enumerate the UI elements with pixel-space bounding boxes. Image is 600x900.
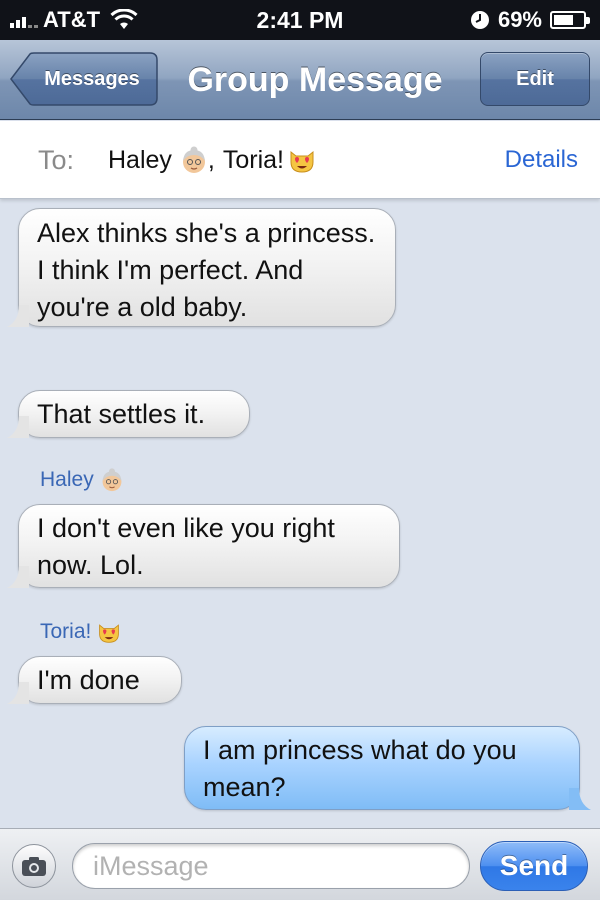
sender-name: Haley	[40, 468, 94, 491]
grandma-emoji-icon	[180, 146, 208, 174]
battery-icon	[550, 11, 590, 29]
grandma-emoji-icon	[100, 468, 124, 492]
sender-label-toria: Toria!	[40, 620, 121, 644]
battery-fill	[554, 15, 574, 25]
imessage-input[interactable]	[72, 843, 470, 889]
heart-eyes-cat-emoji-icon	[288, 146, 316, 174]
edit-button[interactable]: Edit	[480, 52, 590, 106]
message-bubble-incoming[interactable]: That settles it.	[7, 390, 250, 438]
message-bubble-incoming[interactable]: I'm done	[7, 656, 182, 704]
messages-back-button[interactable]: Messages	[10, 52, 158, 106]
bubble-tail	[7, 566, 29, 588]
camera-icon	[22, 857, 46, 876]
message-text: I am princess what do you mean?	[203, 735, 517, 802]
back-button-label: Messages	[44, 68, 140, 90]
status-bar: AT&T 2:41 PM 69%	[0, 0, 600, 40]
message-text: I don't even like you right now. Lol.	[37, 513, 335, 580]
recipient-name-toria: Toria!	[222, 145, 285, 174]
details-link[interactable]: Details	[505, 121, 578, 199]
message-bubble-incoming[interactable]: Alex thinks she's a princess. I think I'…	[7, 208, 396, 327]
recipient-name-haley: Haley	[108, 145, 172, 174]
message-bubble-incoming[interactable]: I don't even like you right now. Lol.	[7, 504, 400, 588]
camera-button[interactable]	[12, 844, 56, 888]
message-text: That settles it.	[37, 399, 206, 429]
bubble-tail	[7, 305, 29, 327]
recipient-separator: ,	[207, 145, 215, 174]
page-title: Group Message	[187, 61, 443, 99]
clock-icon	[470, 11, 489, 29]
recipient-list[interactable]: Haley , Toria!	[108, 121, 316, 199]
message-bubble-outgoing[interactable]: I am princess what do you mean?	[184, 726, 591, 810]
message-input-bar: Send	[0, 828, 600, 900]
message-text: I'm done	[37, 665, 140, 695]
sender-name: Toria!	[40, 620, 92, 643]
heart-eyes-cat-emoji-icon	[97, 620, 121, 644]
bubble-tail	[569, 788, 591, 810]
message-text: Alex thinks she's a princess. I think I'…	[37, 218, 376, 322]
status-right: 69%	[470, 0, 590, 40]
recipients-bar: To: Haley , Toria! Details	[0, 121, 600, 199]
bubble-tail	[7, 682, 29, 704]
bubble-tail	[7, 416, 29, 438]
send-button[interactable]: Send	[480, 841, 588, 891]
navigation-bar: Messages Group Message Edit	[0, 40, 600, 120]
sender-label-haley: Haley	[40, 468, 124, 492]
battery-percent: 69%	[497, 7, 542, 32]
to-label: To:	[38, 145, 75, 175]
